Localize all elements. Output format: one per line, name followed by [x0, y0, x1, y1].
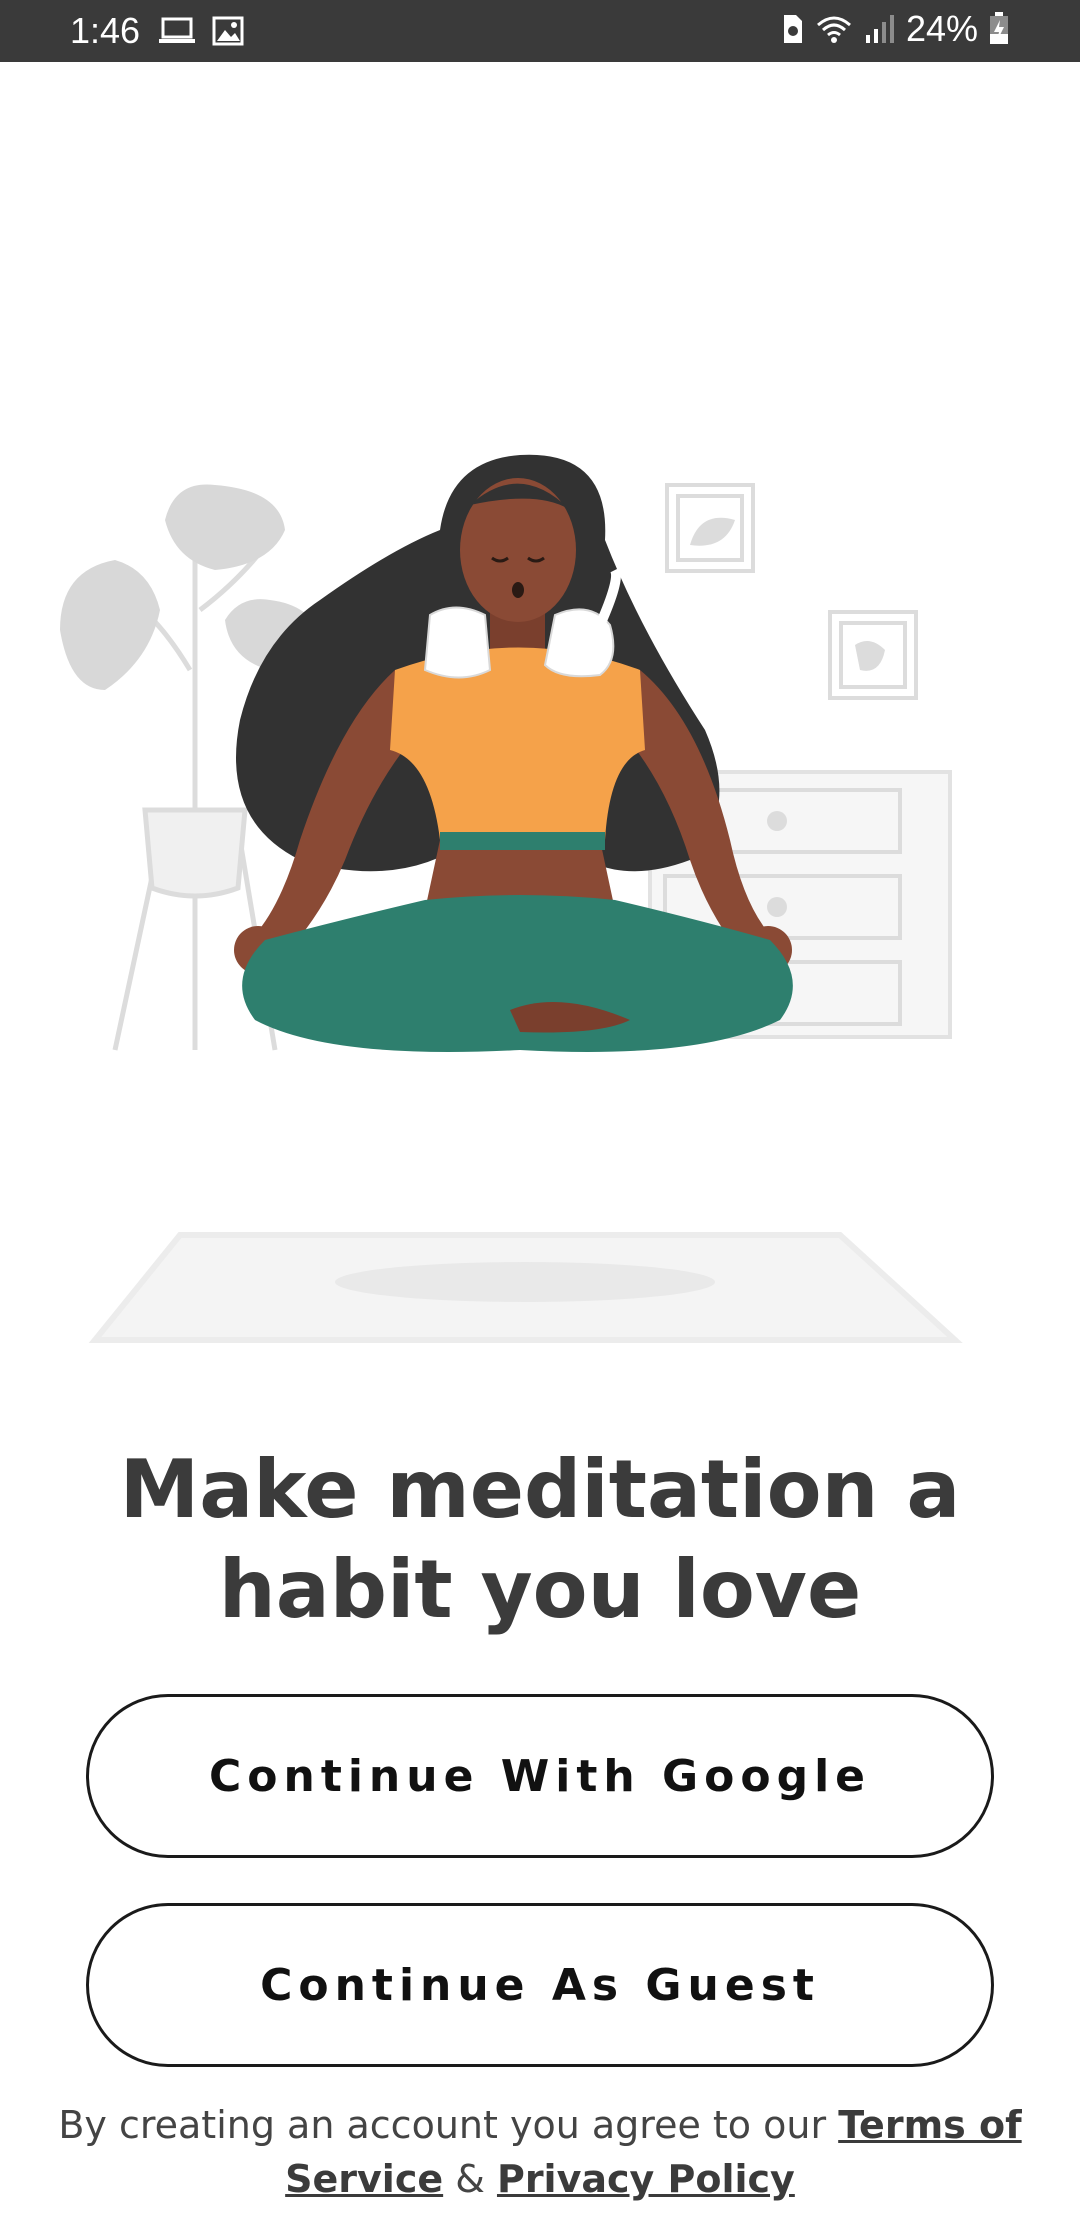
meditation-illustration [60, 454, 963, 1343]
legal-ampersand: & [455, 2157, 485, 2201]
status-right-icons: 24% [780, 8, 1010, 50]
headline-line-1: Make meditation a [119, 1443, 961, 1536]
image-icon [212, 16, 244, 46]
mat-shadow [335, 1262, 715, 1302]
frame-art-plant [690, 517, 735, 546]
continue-with-google-label: Continue With Google [208, 1750, 872, 1802]
status-left-icons [158, 16, 244, 46]
wifi-icon [816, 16, 851, 43]
continue-as-guest-button[interactable]: Continue As Guest [86, 1903, 994, 2067]
battery-charging-icon [990, 12, 1008, 44]
status-bar: 1:46 24% [0, 0, 1080, 62]
headline-line-2: habit you love [218, 1543, 862, 1636]
continue-as-guest-label: Continue As Guest [260, 1959, 820, 2011]
status-time: 1:46 [70, 10, 141, 51]
battery-percent: 24% [905, 8, 978, 49]
frame-art-blob [855, 641, 885, 671]
wall-frames [665, 483, 918, 700]
privacy-policy-link[interactable]: Privacy Policy [497, 2157, 795, 2201]
signal-icon [865, 15, 894, 43]
page-title: Make meditation a habit you love [40, 1440, 1040, 1640]
legal-prefix: By creating an account you agree to our [58, 2103, 827, 2147]
continue-with-google-button[interactable]: Continue With Google [86, 1694, 994, 1858]
legal-notice: By creating an account you agree to our … [20, 2098, 1060, 2206]
laptop-icon [159, 17, 195, 43]
sim-icon [783, 15, 802, 43]
